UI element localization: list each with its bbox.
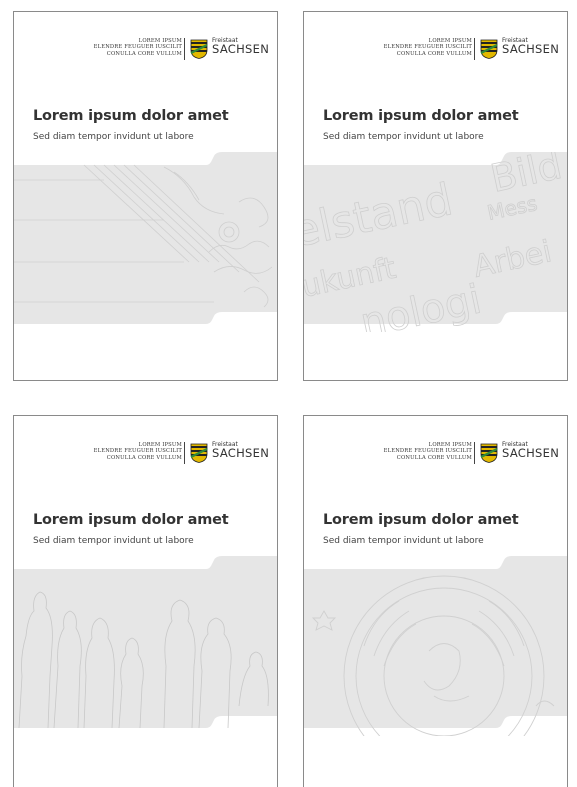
sender-block: LOREM IPSUM ELENDRE FEUGUER IUSCILIT CON… — [384, 442, 472, 461]
sender-line-3: CONULLA CORE VULLUM — [396, 50, 472, 57]
saxony-crest-icon — [480, 39, 498, 59]
header-divider — [474, 442, 475, 464]
saxony-crest-icon — [190, 39, 208, 59]
header: LOREM IPSUM ELENDRE FEUGUER IUSCILIT CON… — [304, 37, 567, 68]
header: LOREM IPSUM ELENDRE FEUGUER IUSCILIT CON… — [304, 441, 567, 472]
sender-line-2: ELENDRE FEUGUER IUSCILIT — [383, 44, 472, 51]
page-subtitle: Sed diam tempor invidunt ut labore — [33, 132, 194, 142]
brand-logo: Freistaat SACHSEN — [212, 37, 269, 55]
sender-line-2: ELENDRE FEUGUER IUSCILIT — [93, 448, 182, 455]
brand-big-text: SACHSEN — [212, 42, 270, 56]
sender-block: LOREM IPSUM ELENDRE FEUGUER IUSCILIT CON… — [94, 442, 182, 461]
sender-line-3: CONULLA CORE VULLUM — [106, 50, 182, 57]
saxony-crest-icon — [190, 443, 208, 463]
header-divider — [184, 38, 185, 60]
pattern-band — [14, 152, 277, 332]
header-divider — [184, 442, 185, 464]
page-subtitle: Sed diam tempor invidunt ut labore — [323, 132, 484, 142]
header: LOREM IPSUM ELENDRE FEUGUER IUSCILIT CON… — [14, 441, 277, 472]
page-title: Lorem ipsum dolor amet — [33, 512, 229, 528]
cover-page-4: LOREM IPSUM ELENDRE FEUGUER IUSCILIT CON… — [303, 415, 568, 787]
brand-big-text: SACHSEN — [212, 446, 270, 460]
sender-block: LOREM IPSUM ELENDRE FEUGUER IUSCILIT CON… — [384, 38, 472, 57]
header: LOREM IPSUM ELENDRE FEUGUER IUSCILIT CON… — [14, 37, 277, 68]
pattern-band — [304, 556, 567, 736]
sender-line-2: ELENDRE FEUGUER IUSCILIT — [93, 44, 182, 51]
sender-line-3: CONULLA CORE VULLUM — [106, 454, 182, 461]
saxony-crest-icon — [480, 443, 498, 463]
page-title: Lorem ipsum dolor amet — [323, 512, 519, 528]
cover-page-1: LOREM IPSUM ELENDRE FEUGUER IUSCILIT CON… — [13, 11, 278, 381]
pattern-band: Bild elstand Mess ukunft Arbei nologi — [304, 152, 567, 332]
page-title: Lorem ipsum dolor amet — [323, 108, 519, 124]
page-subtitle: Sed diam tempor invidunt ut labore — [323, 536, 484, 546]
pattern-band — [14, 556, 277, 736]
brand-big-text: SACHSEN — [502, 42, 560, 56]
sender-block: LOREM IPSUM ELENDRE FEUGUER IUSCILIT CON… — [94, 38, 182, 57]
page-subtitle: Sed diam tempor invidunt ut labore — [33, 536, 194, 546]
cover-page-3: LOREM IPSUM ELENDRE FEUGUER IUSCILIT CON… — [13, 415, 278, 787]
brand-logo: Freistaat SACHSEN — [502, 441, 559, 459]
sender-line-3: CONULLA CORE VULLUM — [396, 454, 472, 461]
header-divider — [474, 38, 475, 60]
sender-line-2: ELENDRE FEUGUER IUSCILIT — [383, 448, 472, 455]
cover-page-2: LOREM IPSUM ELENDRE FEUGUER IUSCILIT CON… — [303, 11, 568, 381]
brand-logo: Freistaat SACHSEN — [502, 37, 559, 55]
brand-logo: Freistaat SACHSEN — [212, 441, 269, 459]
page-title: Lorem ipsum dolor amet — [33, 108, 229, 124]
brand-big-text: SACHSEN — [502, 446, 560, 460]
